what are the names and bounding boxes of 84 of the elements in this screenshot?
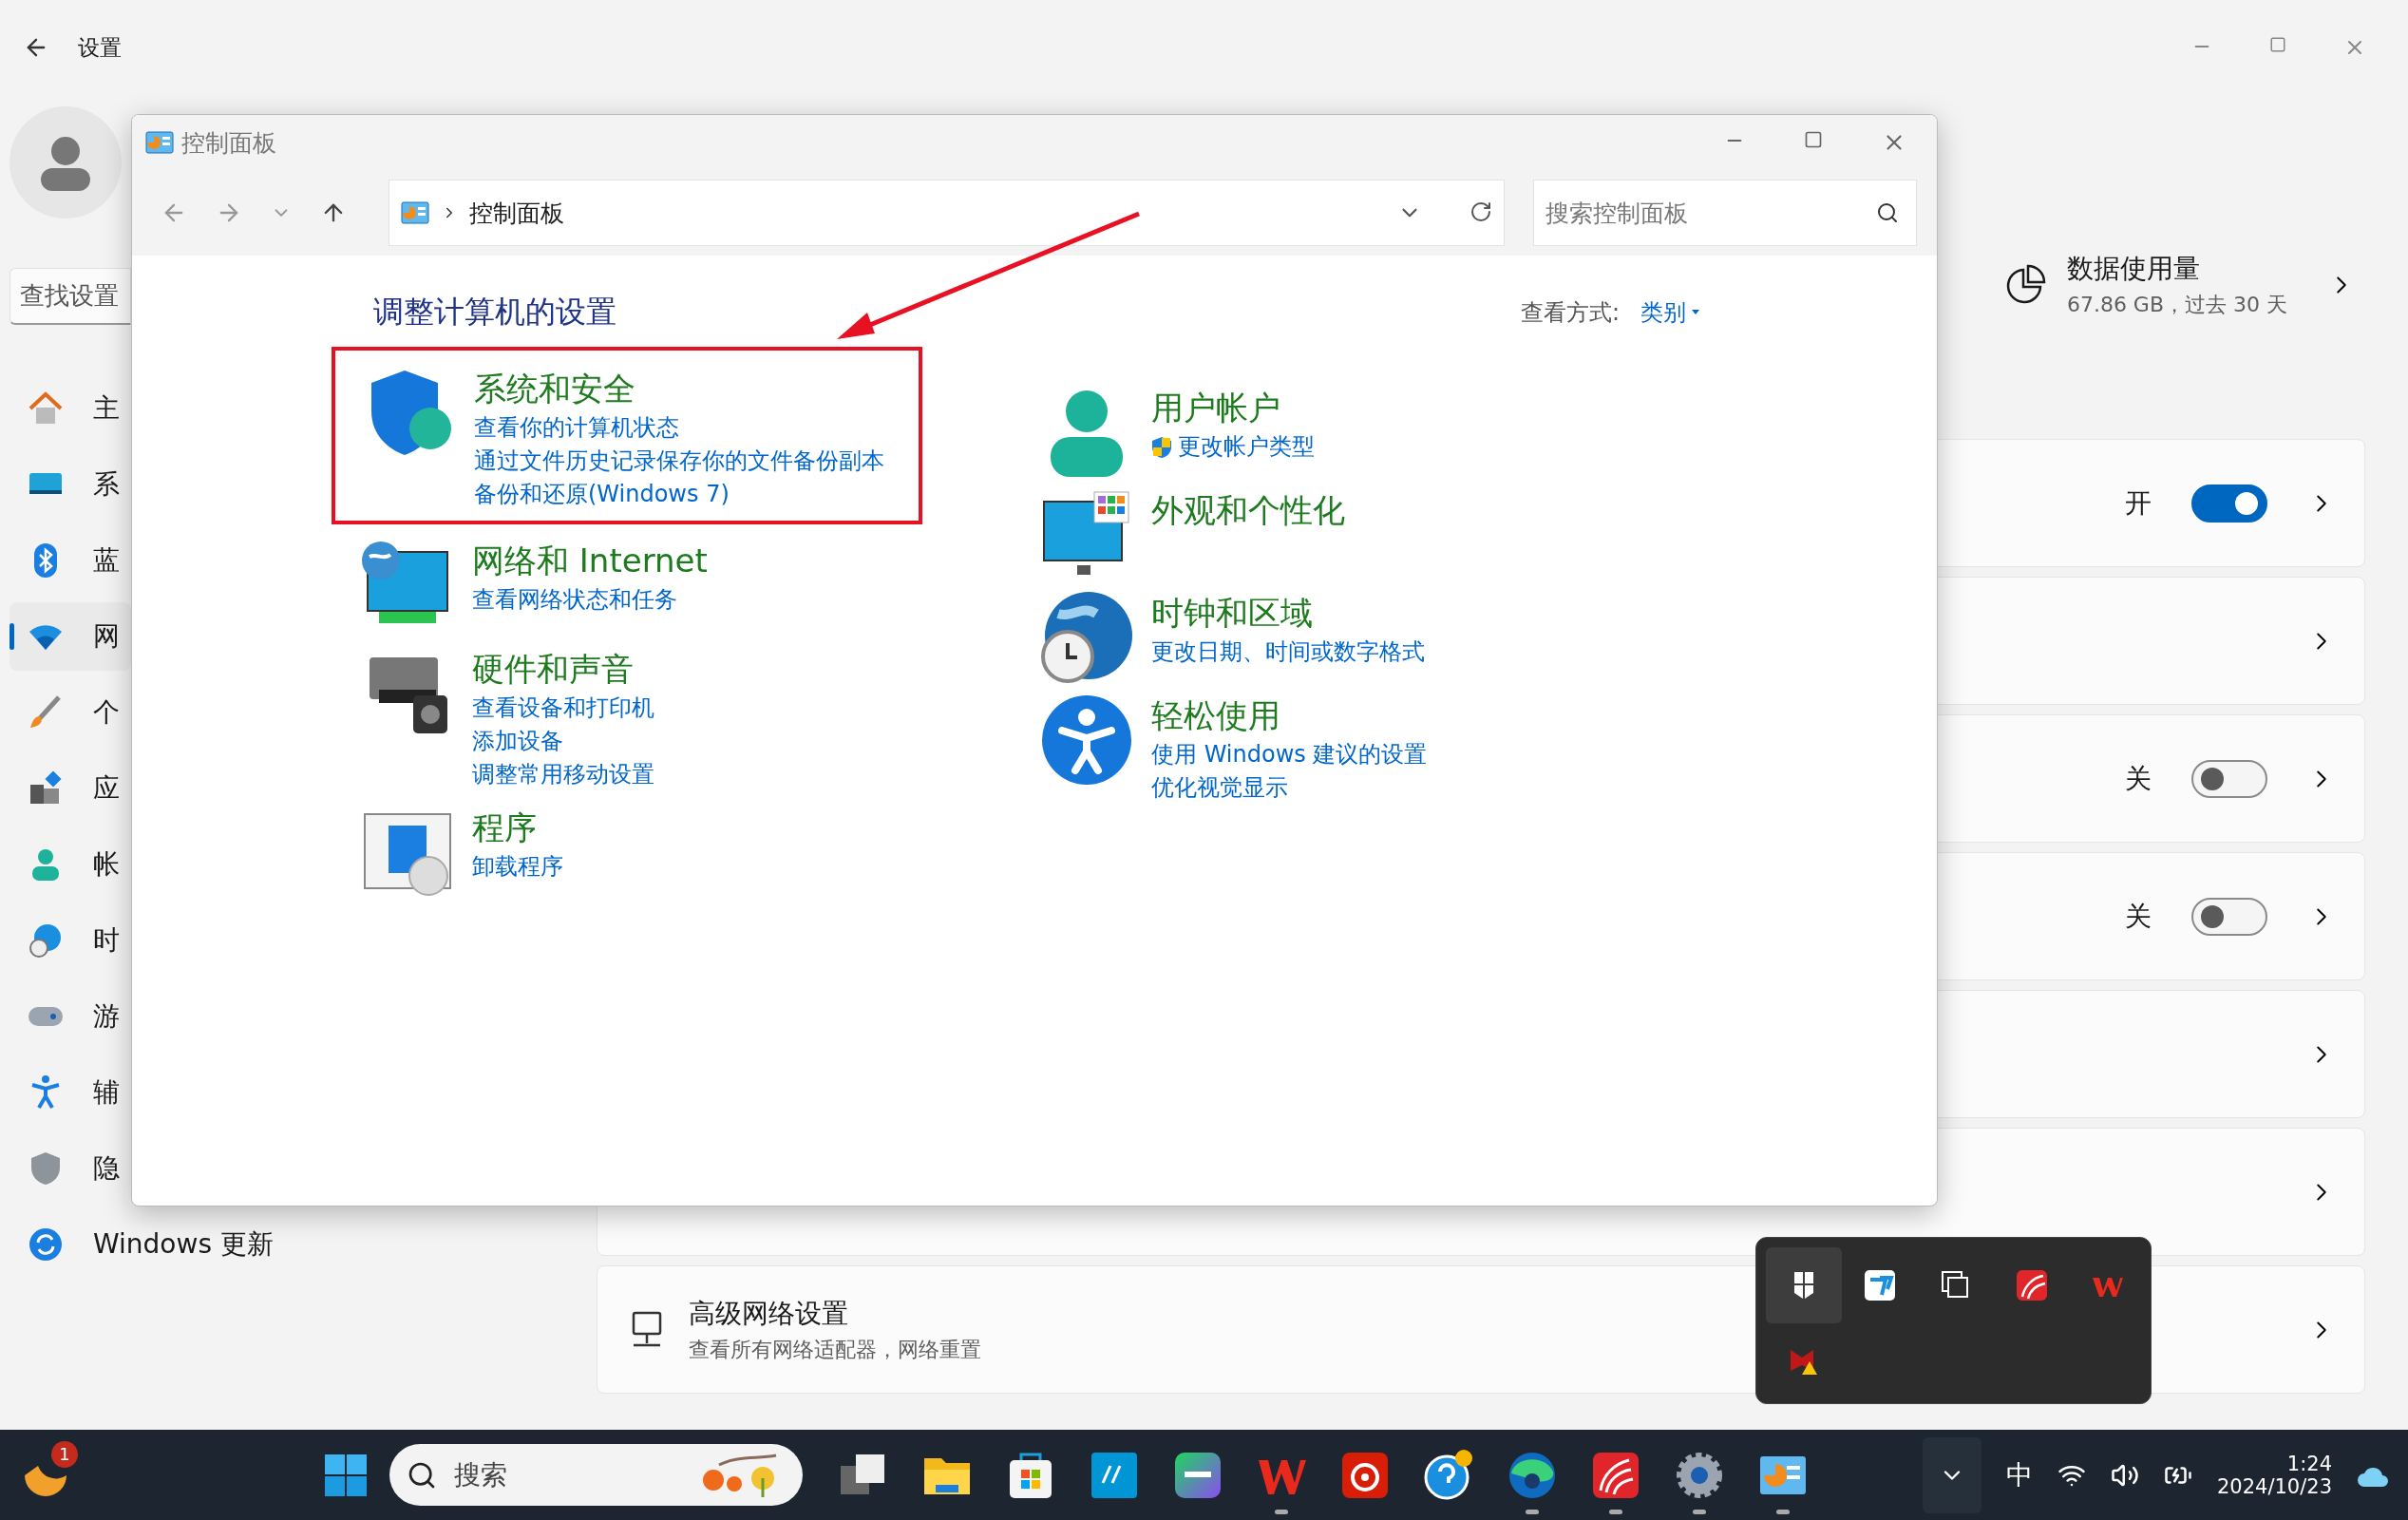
globe-clock-icon bbox=[1039, 590, 1134, 685]
input-method[interactable]: 中 bbox=[2005, 1456, 2033, 1493]
task-link[interactable]: 通过文件历史记录保存你的文件备份副本 bbox=[474, 445, 884, 478]
maximize-icon[interactable] bbox=[1804, 130, 1823, 149]
nav-item[interactable]: 系 bbox=[9, 450, 131, 519]
help-icon[interactable] bbox=[1422, 1448, 1475, 1502]
task-link[interactable]: 查看网络状态和任务 bbox=[472, 583, 708, 617]
toggle-state: 开 bbox=[2125, 485, 2152, 521]
entry-detail: 查看所有网络适配器，网络重置 bbox=[689, 1336, 981, 1363]
category-link[interactable]: 系统和安全 bbox=[474, 366, 884, 411]
toggle-switch[interactable] bbox=[2191, 759, 2267, 798]
category-link[interactable]: 硬件和声音 bbox=[472, 646, 654, 692]
nav-label: 隐 bbox=[93, 1151, 120, 1186]
taskbar-search[interactable]: 搜索 bbox=[389, 1444, 803, 1506]
category-link[interactable]: 外观和个性化 bbox=[1151, 487, 1345, 533]
window-title: 设置 bbox=[78, 33, 122, 62]
nav-label: 时 bbox=[93, 923, 120, 958]
page-heading: 调整计算机的设置 bbox=[373, 293, 616, 332]
nav-label: 游 bbox=[93, 999, 120, 1034]
nav-label: 主 bbox=[93, 391, 120, 426]
category-link[interactable]: 轻松使用 bbox=[1151, 693, 1428, 738]
category-link[interactable]: 网络和 Internet bbox=[472, 538, 708, 583]
uac-shield-icon bbox=[1151, 435, 1172, 459]
task-link[interactable]: 查看设备和打印机 bbox=[472, 692, 654, 725]
task-link[interactable]: 使用 Windows 建议的设置 bbox=[1151, 738, 1428, 771]
entry-title: 高级网络设置 bbox=[689, 1296, 849, 1331]
nav-item[interactable]: 时 bbox=[9, 906, 131, 975]
task-link[interactable]: 调整常用移动设置 bbox=[472, 758, 654, 791]
task-link[interactable]: 卸载程序 bbox=[472, 850, 563, 884]
update-icon bbox=[27, 1226, 65, 1264]
clock[interactable]: 1:24 2024/10/23 bbox=[2216, 1452, 2332, 1498]
entry-detail: 67.86 GB，过去 30 天 bbox=[2066, 292, 2287, 318]
toggle-switch[interactable] bbox=[2191, 897, 2267, 936]
toggle-state: 关 bbox=[2125, 761, 2152, 796]
nav-item[interactable]: Windows 更新 bbox=[9, 1210, 283, 1279]
caret-icon bbox=[1692, 310, 1699, 315]
nav-item[interactable]: 个 bbox=[9, 678, 131, 747]
toggle-state: 关 bbox=[2125, 899, 2152, 934]
chaoxing-icon[interactable] bbox=[2015, 1268, 2049, 1302]
start-icon[interactable] bbox=[323, 1452, 369, 1498]
nav-label: 蓝 bbox=[93, 543, 120, 578]
toggle-switch[interactable] bbox=[2191, 484, 2267, 522]
selection-indicator bbox=[9, 623, 14, 650]
nav-label: 网 bbox=[93, 619, 120, 654]
control-panel-icon bbox=[401, 201, 429, 224]
category-link[interactable]: 用户帐户 bbox=[1151, 385, 1315, 430]
nav-label: Windows 更新 bbox=[93, 1227, 274, 1262]
nav-item[interactable]: 隐 bbox=[9, 1134, 131, 1203]
task-link[interactable]: 优化视觉显示 bbox=[1151, 771, 1428, 805]
restore-icon[interactable] bbox=[2269, 36, 2286, 53]
refresh-icon[interactable] bbox=[1469, 200, 1492, 223]
task-link[interactable]: 更改帐户类型 bbox=[1151, 430, 1315, 464]
search-field[interactable]: 搜索控制面板 bbox=[1533, 180, 1917, 246]
breadcrumb[interactable]: 控制面板 bbox=[469, 197, 564, 229]
nav-label: 辅 bbox=[93, 1075, 120, 1110]
address-bar[interactable]: 控制面板 bbox=[389, 180, 1505, 246]
nav-item[interactable]: 网 bbox=[9, 602, 131, 671]
nav-item[interactable]: 游 bbox=[9, 982, 131, 1051]
remote-desk-icon[interactable] bbox=[1863, 1268, 1897, 1302]
nav-label: 系 bbox=[93, 467, 120, 502]
task-link[interactable]: 查看你的计算机状态 bbox=[474, 411, 884, 445]
nav-label: 应 bbox=[93, 771, 120, 806]
entry-title: 数据使用量 bbox=[2066, 252, 2201, 286]
category-link[interactable]: 程序 bbox=[472, 805, 563, 850]
nav-item[interactable]: 帐 bbox=[9, 830, 131, 899]
task-link[interactable]: 更改日期、时间或数字格式 bbox=[1151, 636, 1425, 669]
window-title: 控制面板 bbox=[181, 127, 276, 159]
accessibility-icon bbox=[1039, 693, 1134, 788]
nav-item[interactable]: 主 bbox=[9, 374, 131, 443]
nav-item[interactable]: 辅 bbox=[9, 1058, 131, 1127]
notification-badge: 1 bbox=[51, 1440, 78, 1468]
data-usage-entry[interactable]: 数据使用量 67.86 GB，过去 30 天 bbox=[2003, 252, 2365, 318]
search-field[interactable]: 查找设置 bbox=[9, 268, 131, 325]
task-link[interactable]: 添加设备 bbox=[472, 725, 654, 758]
nav-item[interactable]: 应 bbox=[9, 754, 131, 823]
nav-label: 帐 bbox=[93, 847, 120, 882]
control-panel-icon bbox=[145, 131, 174, 154]
view-by-label: 查看方式: bbox=[1520, 298, 1620, 328]
nav-label: 个 bbox=[93, 695, 120, 730]
category-link[interactable]: 时钟和区域 bbox=[1151, 590, 1425, 636]
nav-item[interactable]: 蓝 bbox=[9, 526, 131, 595]
search-icon bbox=[1876, 201, 1899, 224]
view-by-dropdown[interactable]: 类别 bbox=[1640, 297, 1699, 328]
task-link[interactable]: 备份和还原(Windows 7) bbox=[474, 478, 884, 511]
